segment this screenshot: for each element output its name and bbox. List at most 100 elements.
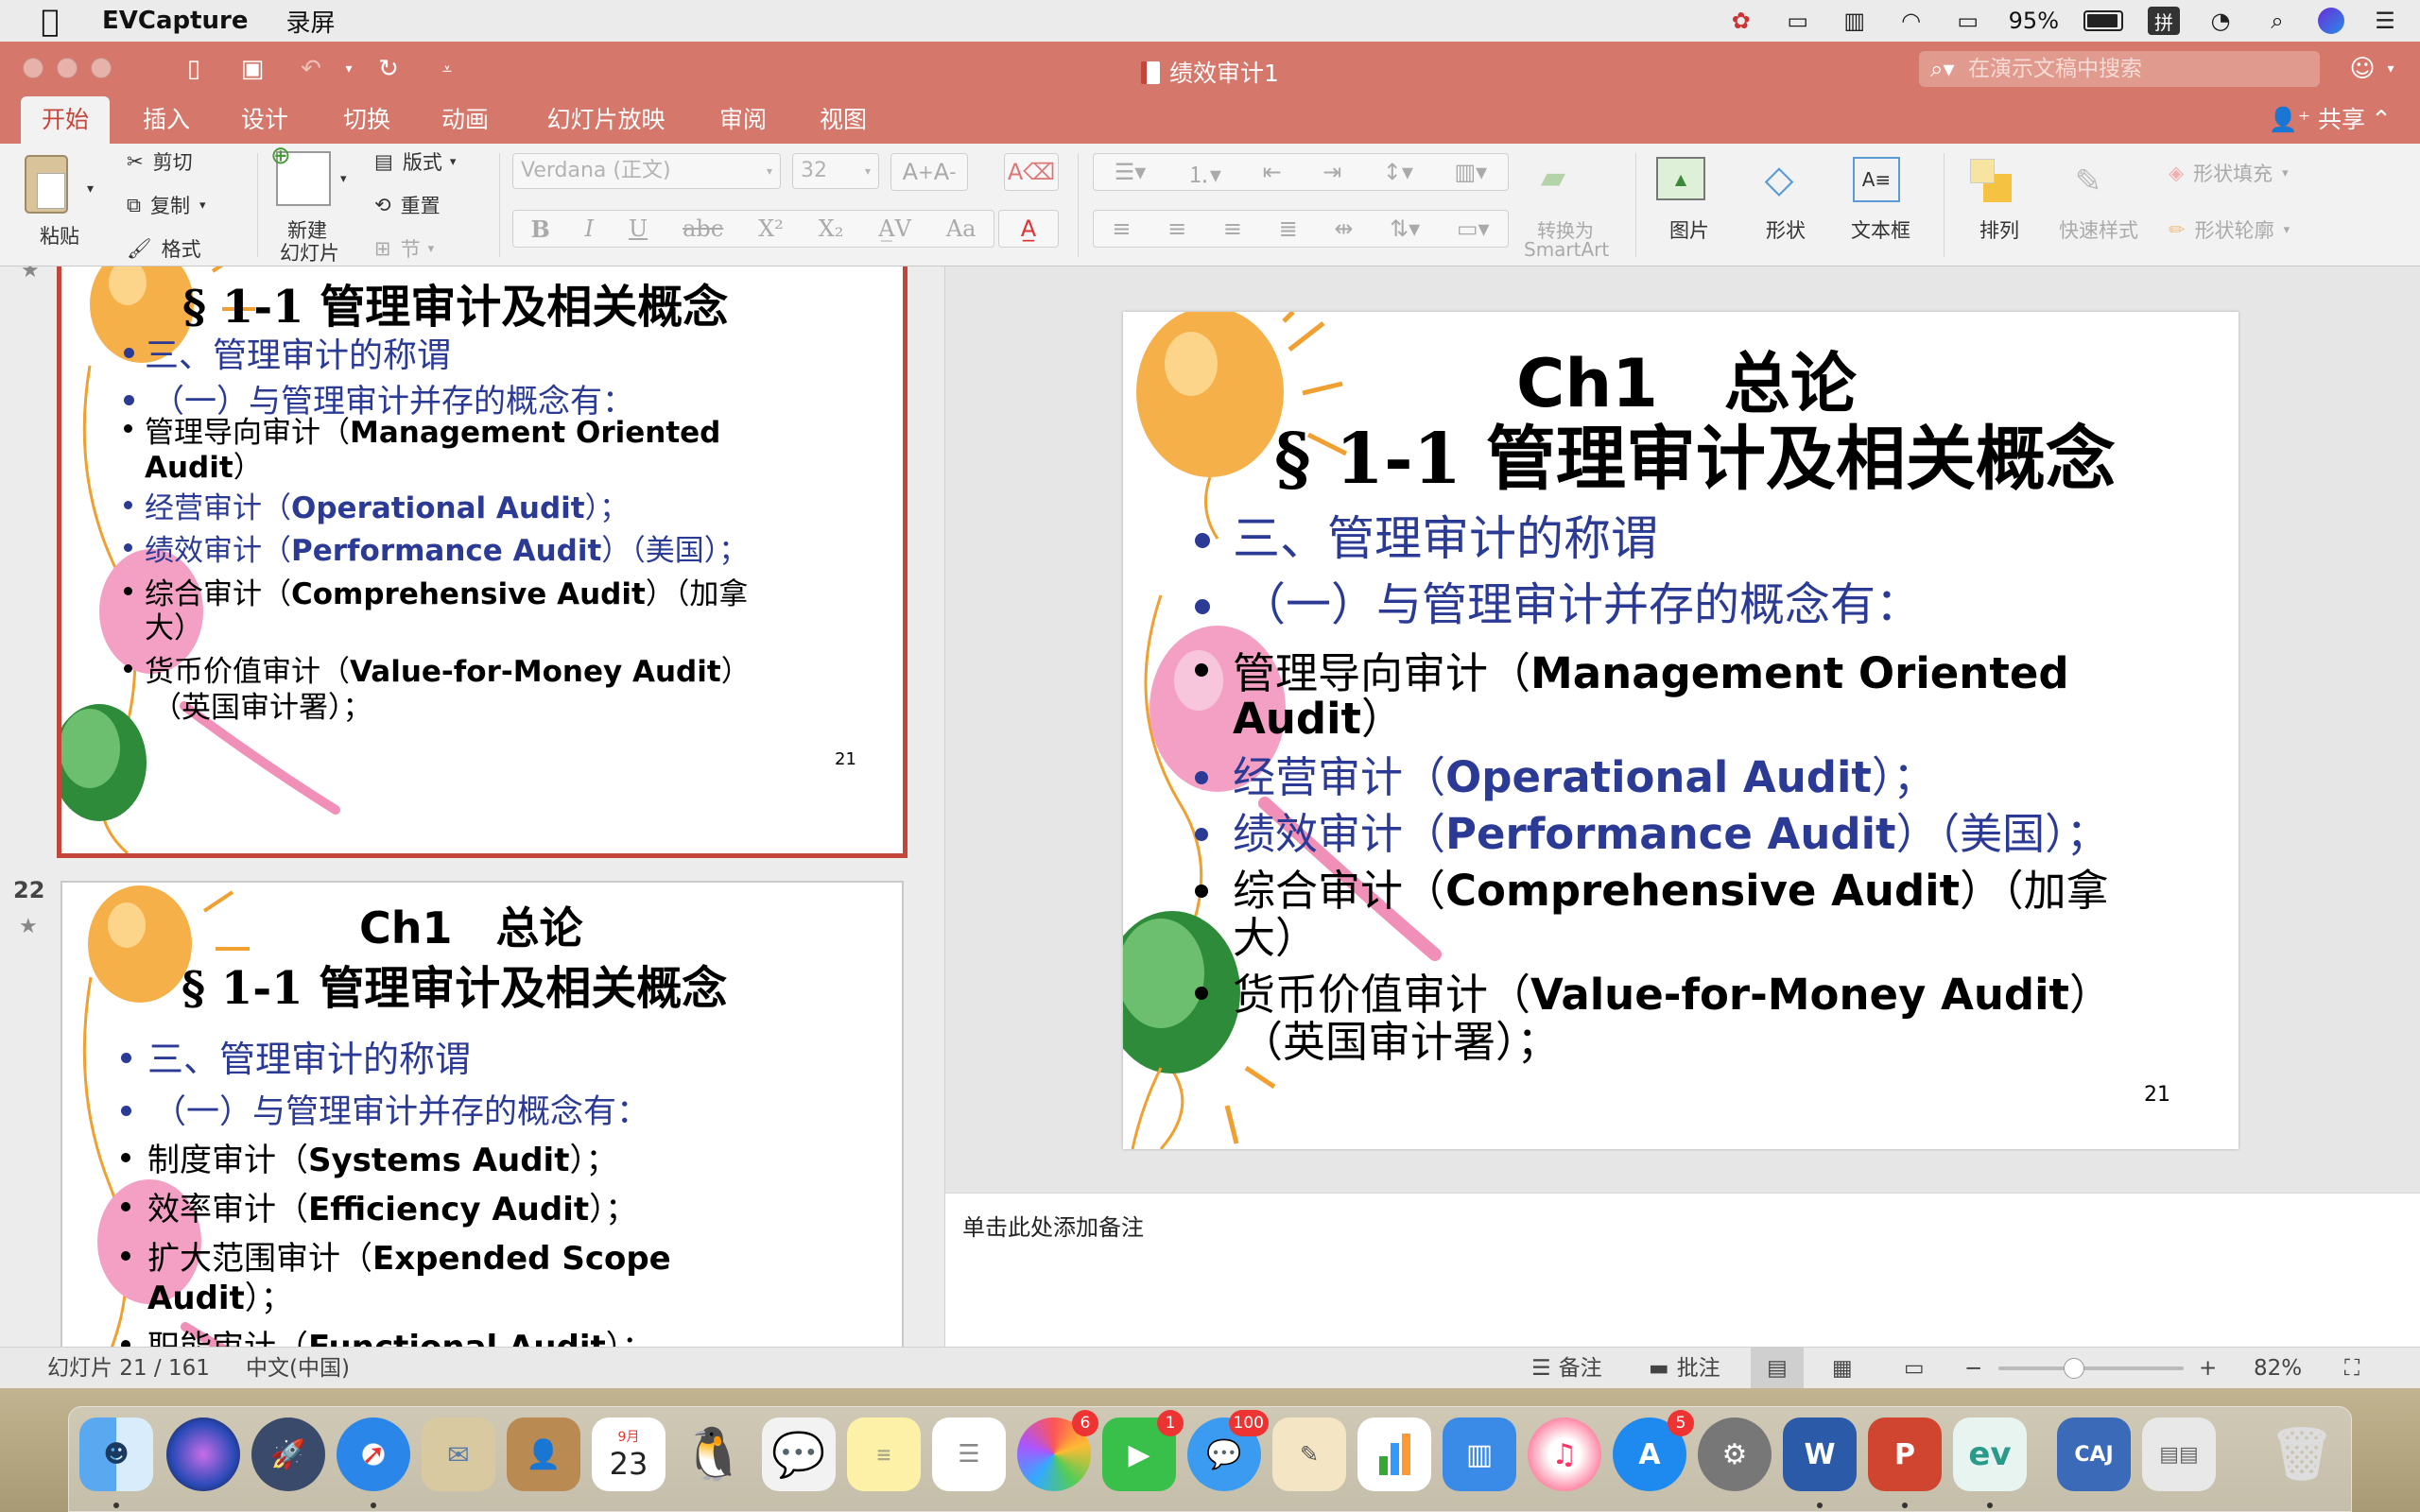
section-button[interactable]: ⊞ 节 ▾	[374, 234, 434, 263]
feedback-dropdown-icon[interactable]: ▾	[2373, 51, 2409, 87]
tab-transitions[interactable]: 切换	[329, 96, 405, 144]
comments-toggle-button[interactable]: ▬ 批注	[1649, 1348, 1720, 1389]
paste-icon[interactable]	[25, 155, 68, 214]
line-spacing-icon[interactable]: ↕▾	[1383, 159, 1413, 185]
quick-styles-label[interactable]: 快速样式	[2059, 215, 2138, 244]
zoom-in-icon[interactable]: +	[2199, 1348, 2217, 1389]
normal-view-icon[interactable]: ▤	[1751, 1348, 1804, 1389]
app-store-icon[interactable]: A5	[1613, 1410, 1694, 1491]
tab-slideshow[interactable]: 幻灯片放映	[535, 96, 677, 144]
facetime-icon[interactable]: ▶ 1	[1102, 1410, 1184, 1491]
zoom-out-icon[interactable]: −	[1964, 1348, 1982, 1389]
justify-icon[interactable]: ≣	[1279, 215, 1298, 242]
qq-icon[interactable]: 🐧	[677, 1418, 751, 1491]
paste-label[interactable]: 粘贴	[40, 221, 79, 249]
word-icon[interactable]: W	[1783, 1418, 1857, 1491]
layout-button[interactable]: ▤ 版式 ▾	[374, 147, 456, 176]
tab-insert[interactable]: 插入	[129, 96, 204, 144]
format-painter-button[interactable]: 🖌 格式	[127, 234, 201, 263]
system-preferences-icon[interactable]: ⚙	[1698, 1418, 1772, 1491]
clear-formatting-icon[interactable]: A⌫	[1004, 153, 1059, 191]
notes-app-icon[interactable]: ≡	[847, 1418, 921, 1491]
heading-2[interactable]: （一）与管理审计并存的概念有：	[1240, 567, 1921, 633]
bullets-icon[interactable]: ☰▾	[1115, 159, 1147, 185]
slide-thumbnails-pane[interactable]: ★ Ch1 总论 § 1-1 管理审计及相关概念 三、管理审计的称谓 （一）与管…	[0, 266, 945, 1347]
picture-icon[interactable]: ▲	[1656, 157, 1705, 200]
display-icon[interactable]: ▭	[1782, 7, 1814, 35]
contacts-icon[interactable]: 👤	[507, 1418, 580, 1491]
item-3[interactable]: 绩效审计（Performance Audit）（美国）；	[1233, 799, 2109, 861]
keynote-icon[interactable]: ▥	[1443, 1418, 1516, 1491]
item-4[interactable]: 综合审计（Comprehensive Audit）（加拿	[1233, 856, 2109, 918]
apple-menu-icon[interactable]: 	[36, 3, 64, 39]
shape-icon[interactable]: ◇	[1754, 157, 1804, 202]
align-right-icon[interactable]: ≡	[1223, 215, 1242, 242]
item-5-cont[interactable]: （英国审计署）；	[1240, 1007, 1560, 1069]
collapse-ribbon-icon[interactable]: ⌃	[2363, 102, 2399, 138]
launchpad-icon[interactable]: 🚀	[251, 1418, 325, 1491]
reset-button[interactable]: ⟲ 重置	[374, 191, 441, 219]
increase-indent-icon[interactable]: ⇥	[1322, 159, 1341, 185]
tab-view[interactable]: 视图	[805, 96, 881, 144]
powerpoint-icon[interactable]: P	[1868, 1418, 1942, 1491]
align-left-icon[interactable]: ≡	[1112, 215, 1131, 242]
notification-center-icon[interactable]: ☰	[2369, 7, 2401, 35]
text-direction-icon[interactable]: ⇅▾	[1390, 215, 1420, 242]
main-slide-canvas[interactable]: Ch1 总论 § 1-1 管理审计及相关概念 三、管理审计的称谓 （一）与管理审…	[1123, 312, 2238, 1149]
app-name-menu[interactable]: EVCapture	[102, 7, 249, 35]
language-indicator[interactable]: 中文(中国)	[246, 1348, 350, 1389]
new-slide-dropdown-icon[interactable]: ▾	[340, 172, 347, 186]
clock-icon[interactable]: ◔	[2204, 7, 2237, 35]
tab-animations[interactable]: 动画	[427, 96, 503, 144]
battery-icon[interactable]	[2083, 10, 2123, 31]
airplay-icon[interactable]: ▭	[1952, 7, 1984, 35]
siri-icon[interactable]	[2318, 8, 2344, 34]
item-4-cont[interactable]: 大）	[1233, 903, 1318, 965]
photos-icon[interactable]: 6	[1017, 1410, 1098, 1491]
strikethrough-icon[interactable]: abc	[683, 215, 723, 242]
underline-icon[interactable]: U	[629, 215, 648, 242]
spotlight-search-icon[interactable]: ⌕	[2261, 7, 2293, 35]
tab-review[interactable]: 审阅	[705, 96, 781, 144]
smartart-icon[interactable]: ▰	[1530, 159, 1577, 197]
distributed-icon[interactable]: ⇹	[1334, 215, 1353, 242]
caj-viewer-icon[interactable]: CAJ	[2057, 1418, 2131, 1491]
fit-to-window-icon[interactable]: ⛶	[2344, 1348, 2360, 1389]
italic-icon[interactable]: I	[585, 215, 594, 242]
evcapture-status-icon[interactable]: ✿	[1725, 7, 1757, 35]
cut-button[interactable]: ✂ 剪切	[127, 147, 193, 176]
shape-outline-button[interactable]: ✏ 形状轮廓 ▾	[2169, 215, 2290, 244]
safari-icon[interactable]: ➚	[337, 1418, 410, 1491]
font-size-combo[interactable]: 32 ▾	[792, 153, 879, 189]
heading-1[interactable]: 三、管理审计的称谓	[1233, 501, 1658, 569]
font-size-increase-decrease[interactable]: A + A-	[890, 153, 968, 191]
slide-title-line2[interactable]: § 1-1 管理审计及相关概念	[1274, 403, 2116, 504]
memory-icon[interactable]: ▥	[1839, 7, 1871, 35]
columns-icon[interactable]: ▥▾	[1454, 159, 1487, 185]
finder-icon[interactable]: ☻	[79, 1418, 153, 1491]
slide-thumbnail-21[interactable]: Ch1 总论 § 1-1 管理审计及相关概念 三、管理审计的称谓 （一）与管理审…	[57, 266, 908, 858]
new-slide-icon[interactable]: ⊕	[270, 142, 331, 206]
zoom-slider[interactable]	[1998, 1358, 2184, 1379]
slide-sorter-view-icon[interactable]: ▦	[1832, 1348, 1853, 1389]
textedit-icon[interactable]: ✎	[1272, 1418, 1346, 1491]
font-name-combo[interactable]: Verdana (正文) ▾	[512, 153, 781, 189]
numbering-icon[interactable]: ⒈▾	[1187, 156, 1221, 189]
numbers-icon[interactable]	[1357, 1418, 1431, 1491]
textbox-icon[interactable]: A≡	[1853, 157, 1900, 202]
music-icon[interactable]: ♫	[1528, 1418, 1601, 1491]
siri-icon[interactable]	[166, 1418, 240, 1491]
change-case-icon[interactable]: Aa	[946, 215, 977, 242]
evcapture-icon[interactable]: ev	[1953, 1418, 2027, 1491]
align-text-icon[interactable]: ▭▾	[1457, 215, 1490, 242]
wifi-icon[interactable]: ◠	[1895, 7, 1927, 35]
new-slide-label-2[interactable]: 幻灯片	[280, 238, 339, 266]
notes-pane[interactable]: 单击此处添加备注	[945, 1193, 2420, 1347]
reading-view-icon[interactable]: ▭	[1904, 1348, 1925, 1389]
slide-thumbnail-22[interactable]: Ch1 总论 § 1-1 管理审计及相关概念 三、管理审计的称谓 （一）与管理审…	[60, 881, 904, 1347]
shape-label[interactable]: 形状	[1766, 215, 1806, 244]
paste-dropdown-icon[interactable]: ▾	[87, 181, 94, 197]
copy-button[interactable]: ⧉ 复制 ▾	[127, 191, 206, 219]
notes-placeholder[interactable]: 单击此处添加备注	[962, 1209, 1144, 1242]
tab-design[interactable]: 设计	[227, 96, 302, 144]
